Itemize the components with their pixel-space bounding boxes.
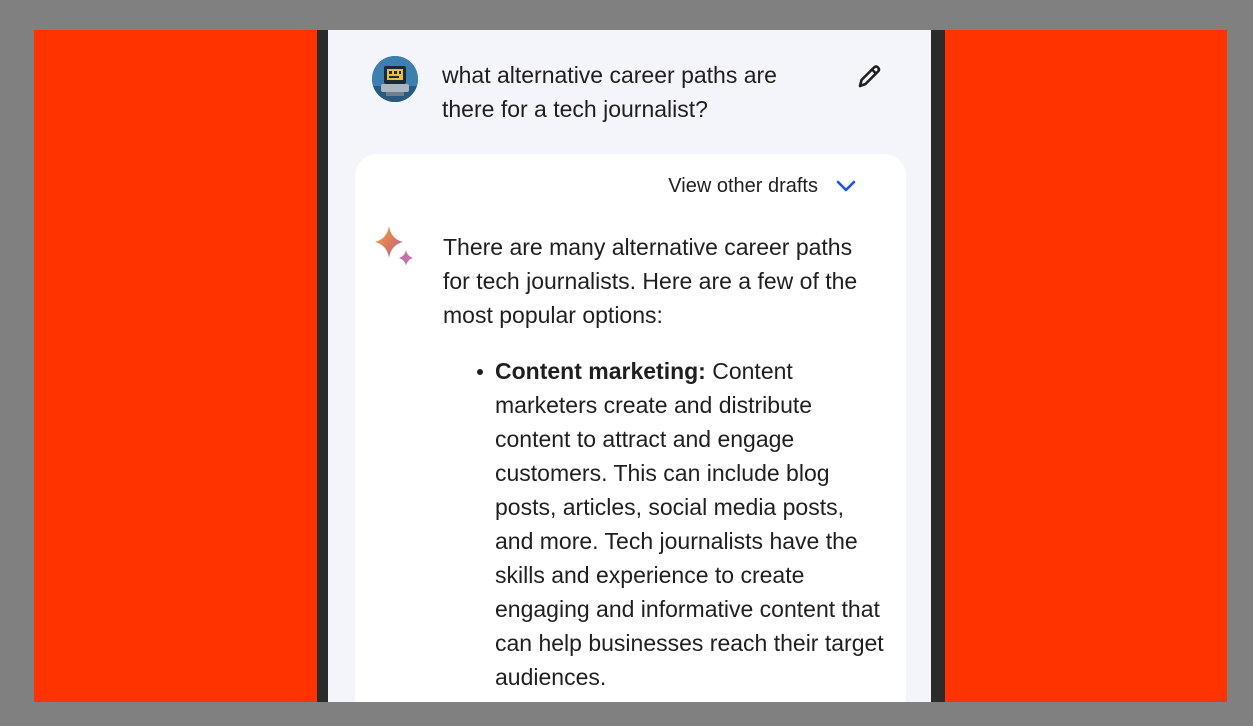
orange-backdrop: what alternative career paths are there …: [34, 30, 1227, 702]
response-intro: There are many alternative career paths …: [443, 234, 858, 328]
view-drafts-label: View other drafts: [668, 174, 818, 197]
response-card: View other drafts There are many alterna…: [355, 154, 906, 702]
career-list: Content marketing: Content marketers cre…: [443, 354, 885, 694]
chevron-down-icon: [836, 180, 856, 192]
avatar-robot-icon: [372, 56, 418, 102]
user-prompt-row: what alternative career paths are there …: [328, 30, 931, 150]
pencil-icon[interactable]: [852, 60, 886, 94]
view-drafts-button[interactable]: View other drafts: [668, 174, 858, 198]
prompt-text: what alternative career paths are there …: [442, 62, 777, 122]
chat-screen: what alternative career paths are there …: [328, 30, 931, 702]
response-body: There are many alternative career paths …: [443, 230, 885, 694]
sparkle-icon: [373, 224, 415, 268]
list-item-title: Content marketing:: [495, 358, 706, 384]
list-item: Content marketing: Content marketers cre…: [477, 354, 885, 694]
user-avatar[interactable]: [372, 56, 418, 102]
phone-bezel: what alternative career paths are there …: [317, 30, 945, 702]
outer-frame: what alternative career paths are there …: [0, 0, 1253, 726]
list-item-body: Content marketers create and distribute …: [495, 358, 884, 690]
